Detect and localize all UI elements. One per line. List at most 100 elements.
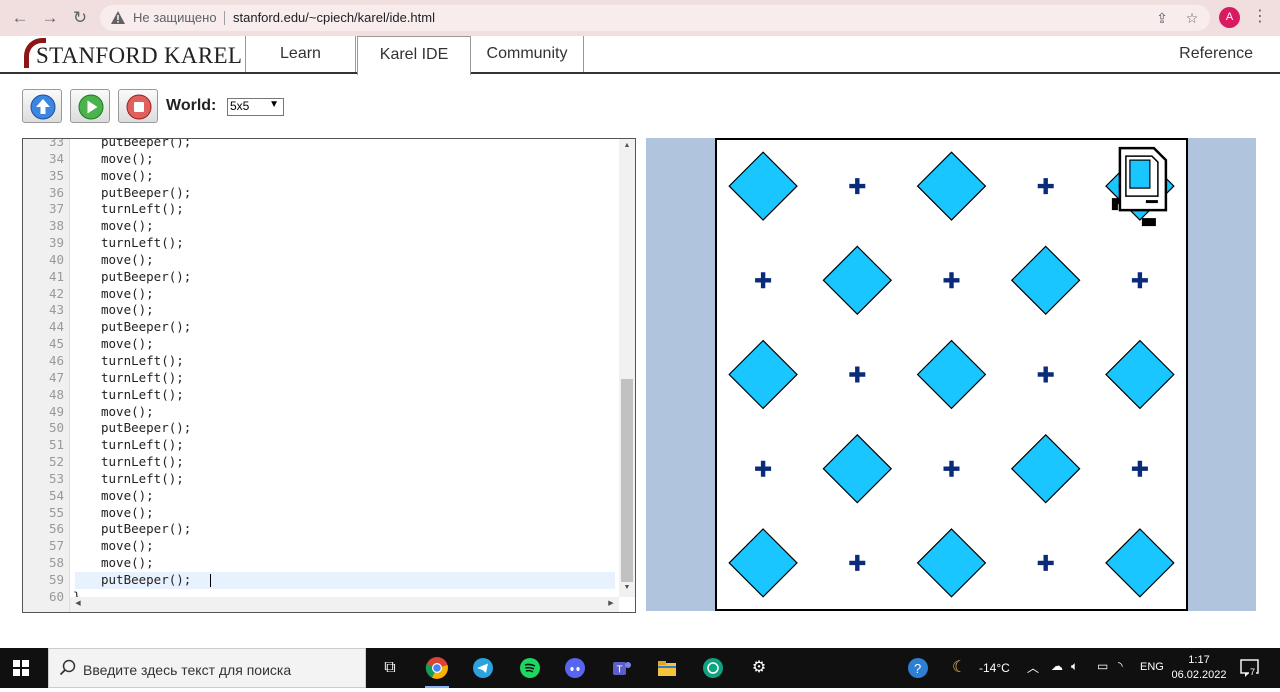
help-icon[interactable]: ? xyxy=(907,657,929,682)
code-text[interactable]: turnLeft(); xyxy=(101,353,184,370)
code-text[interactable]: move(); xyxy=(101,555,154,572)
back-icon[interactable]: ← xyxy=(10,8,30,28)
scroll-left-icon[interactable]: ◀ xyxy=(70,597,86,611)
code-text[interactable]: turnLeft(); xyxy=(101,201,184,218)
notifications-icon[interactable]: 7 xyxy=(1239,657,1261,682)
teams-app-icon[interactable]: T xyxy=(605,652,637,684)
code-line[interactable]: 53 turnLeft(); xyxy=(23,471,619,488)
code-line[interactable]: 40 move(); xyxy=(23,252,619,269)
code-line[interactable]: 39 turnLeft(); xyxy=(23,235,619,252)
code-text[interactable]: turnLeft(); xyxy=(101,387,184,404)
discord-app-icon[interactable] xyxy=(559,652,591,684)
code-text[interactable]: putBeeper(); xyxy=(101,139,191,151)
scrollbar-thumb[interactable] xyxy=(621,379,633,582)
cloud-sync-icon[interactable]: ☁ xyxy=(1051,659,1063,673)
code-line[interactable]: 33 putBeeper(); xyxy=(23,139,619,151)
taskbar-clock[interactable]: 1:17 06.02.2022 xyxy=(1168,653,1230,683)
code-line[interactable]: 52 turnLeft(); xyxy=(23,454,619,471)
code-line[interactable]: 37 turnLeft(); xyxy=(23,201,619,218)
code-line[interactable]: 35 move(); xyxy=(23,168,619,185)
tab-reference[interactable]: Reference xyxy=(1179,36,1253,72)
code-text[interactable]: move(); xyxy=(101,168,154,185)
code-line[interactable]: 36 putBeeper(); xyxy=(23,185,619,202)
code-text[interactable]: move(); xyxy=(101,286,154,303)
code-line[interactable]: 48 turnLeft(); xyxy=(23,387,619,404)
code-text[interactable]: turnLeft(); xyxy=(101,437,184,454)
address-bar[interactable]: Не защищено stanford.edu/~cpiech/karel/i… xyxy=(100,5,1210,31)
code-line[interactable]: 43 move(); xyxy=(23,302,619,319)
code-text[interactable]: move(); xyxy=(101,488,154,505)
code-line[interactable]: 47 turnLeft(); xyxy=(23,370,619,387)
code-line[interactable]: 38 move(); xyxy=(23,218,619,235)
code-line[interactable]: 56 putBeeper(); xyxy=(23,521,619,538)
code-line[interactable]: 49 move(); xyxy=(23,404,619,421)
code-text[interactable]: move(); xyxy=(101,505,154,522)
code-text[interactable]: turnLeft(); xyxy=(101,370,184,387)
code-line[interactable]: 34 move(); xyxy=(23,151,619,168)
tray-chevron-up-icon[interactable]: ︿ xyxy=(1027,659,1039,676)
code-text[interactable]: move(); xyxy=(101,151,154,168)
url-text[interactable]: stanford.edu/~cpiech/karel/ide.html xyxy=(233,10,435,25)
scroll-down-icon[interactable]: ▼ xyxy=(619,581,635,595)
battery-icon[interactable]: ▭ xyxy=(1097,659,1108,673)
code-line[interactable]: 57 move(); xyxy=(23,538,619,555)
profile-avatar[interactable]: A xyxy=(1219,7,1240,28)
scroll-right-icon[interactable]: ▶ xyxy=(603,597,619,611)
code-line[interactable]: 51 turnLeft(); xyxy=(23,437,619,454)
weather-moon-icon[interactable]: ☾ xyxy=(952,657,966,677)
code-text[interactable]: putBeeper(); xyxy=(101,185,191,202)
telegram-app-icon[interactable] xyxy=(467,652,499,684)
share-icon[interactable]: ⇪ xyxy=(1153,9,1171,27)
chrome-app-icon[interactable] xyxy=(421,652,453,688)
settings-gear-icon[interactable]: ⚙ xyxy=(743,652,775,684)
code-line[interactable]: 55 move(); xyxy=(23,505,619,522)
run-button[interactable] xyxy=(70,89,110,123)
code-text[interactable]: putBeeper(); xyxy=(101,572,191,589)
code-editor[interactable]: 33 putBeeper(); 34 move(); 35 move(); 36 putBee… xyxy=(22,138,636,613)
code-text[interactable]: move(); xyxy=(101,336,154,353)
stop-button[interactable] xyxy=(118,89,158,123)
code-line[interactable]: 45 move(); xyxy=(23,336,619,353)
code-text[interactable]: move(); xyxy=(101,218,154,235)
world-select[interactable]: 5x5 ▼ xyxy=(227,98,284,116)
taskbar-search[interactable]: Введите здесь текст для поиска xyxy=(48,648,366,688)
code-text[interactable]: turnLeft(); xyxy=(101,471,184,488)
tab-community[interactable]: Community xyxy=(471,36,584,72)
code-line[interactable]: 58 move(); xyxy=(23,555,619,572)
code-text[interactable]: move(); xyxy=(101,252,154,269)
code-text[interactable]: putBeeper(); xyxy=(101,521,191,538)
forward-icon[interactable]: → xyxy=(40,8,60,28)
code-line[interactable]: 42 move(); xyxy=(23,286,619,303)
code-line[interactable]: 44 putBeeper(); xyxy=(23,319,619,336)
tab-learn[interactable]: Learn xyxy=(245,36,356,72)
tab-karel-ide[interactable]: Karel IDE xyxy=(357,36,471,75)
scroll-up-icon[interactable]: ▲ xyxy=(619,139,635,153)
editor-horizontal-scrollbar[interactable]: ◀ ▶ xyxy=(70,597,619,612)
code-text[interactable]: move(); xyxy=(101,404,154,421)
weather-temp[interactable]: -14°C xyxy=(979,661,1010,675)
file-explorer-icon[interactable] xyxy=(651,652,683,684)
windows-start-icon[interactable] xyxy=(13,660,29,676)
code-line[interactable]: 50 putBeeper(); xyxy=(23,420,619,437)
code-text[interactable]: putBeeper(); xyxy=(101,420,191,437)
code-text[interactable]: putBeeper(); xyxy=(101,269,191,286)
browser-menu-icon[interactable]: ⋮ xyxy=(1252,8,1268,26)
spotify-app-icon[interactable] xyxy=(514,652,546,684)
wifi-icon[interactable]: ◝ xyxy=(1118,659,1123,673)
code-line[interactable]: 54 move(); xyxy=(23,488,619,505)
code-text[interactable]: putBeeper(); xyxy=(101,319,191,336)
code-text[interactable]: turnLeft(); xyxy=(101,235,184,252)
code-text[interactable]: move(); xyxy=(101,538,154,555)
code-lines[interactable]: 33 putBeeper(); 34 move(); 35 move(); 36 putBee… xyxy=(23,139,619,606)
task-view-icon[interactable]: ⧉ xyxy=(374,652,406,684)
chatgpt-app-icon[interactable] xyxy=(697,652,729,684)
language-indicator[interactable]: ENG xyxy=(1140,661,1164,673)
code-line[interactable]: 41 putBeeper(); xyxy=(23,269,619,286)
brand-logo[interactable]: STANFORD KAREL xyxy=(22,36,244,72)
code-text[interactable]: turnLeft(); xyxy=(101,454,184,471)
code-line[interactable]: 46 turnLeft(); xyxy=(23,353,619,370)
code-text[interactable]: move(); xyxy=(101,302,154,319)
reload-icon[interactable]: ↻ xyxy=(70,8,90,28)
security-label[interactable]: Не защищено xyxy=(133,10,217,25)
volume-icon[interactable]: 🔈︎ xyxy=(1071,659,1078,674)
